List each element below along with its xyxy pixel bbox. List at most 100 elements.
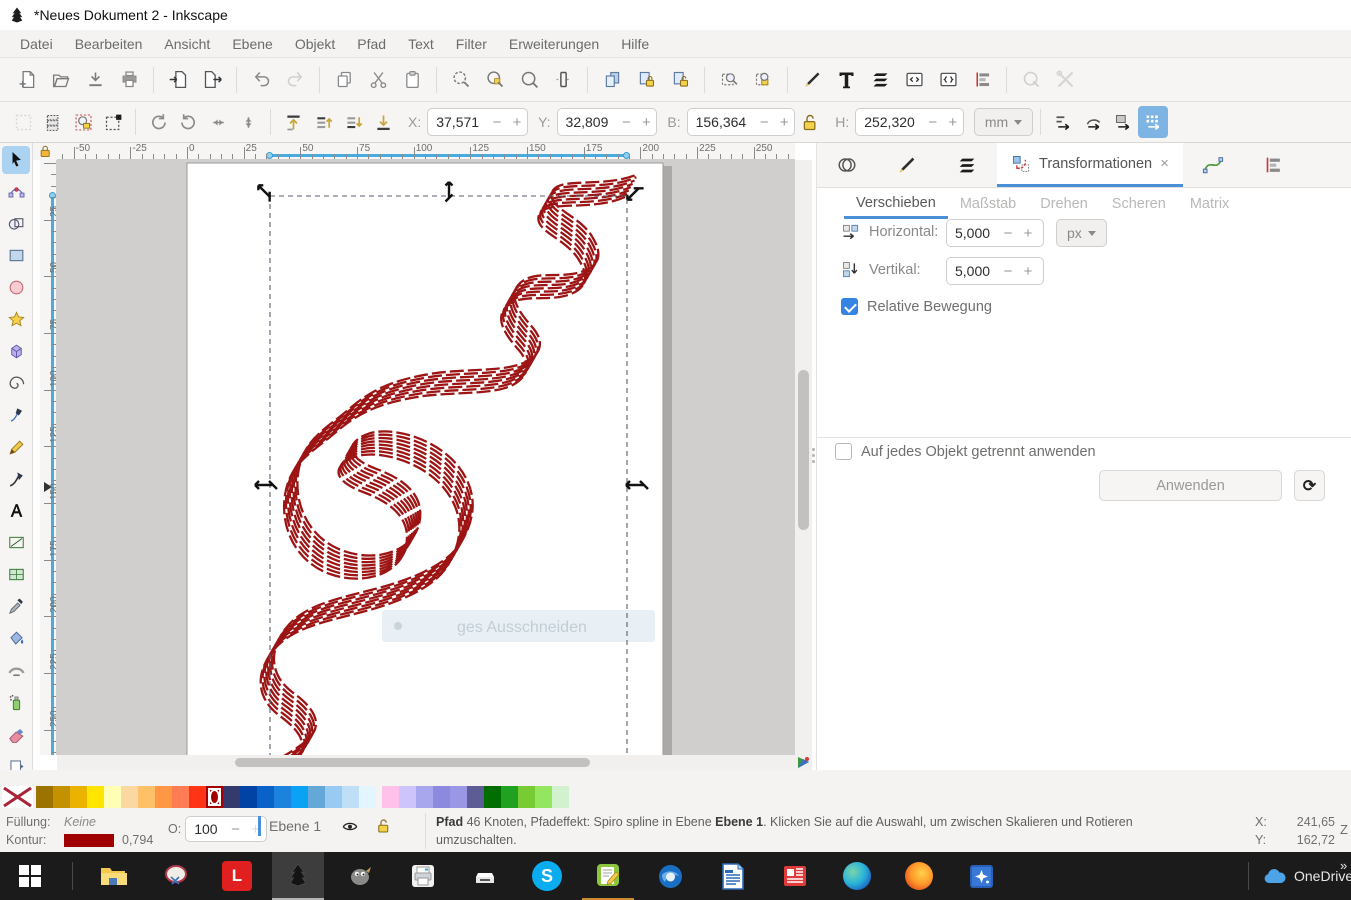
x-plus-button[interactable]: + bbox=[507, 114, 527, 131]
subtab-drehen[interactable]: Drehen bbox=[1028, 191, 1100, 217]
tool-text[interactable] bbox=[2, 497, 30, 525]
palette-swatch[interactable] bbox=[484, 786, 501, 808]
menu-objekt[interactable]: Objekt bbox=[285, 33, 345, 55]
tool-pen[interactable] bbox=[2, 401, 30, 429]
stroke-color-swatch[interactable] bbox=[64, 834, 114, 847]
vertikal-plus-button[interactable]: + bbox=[1018, 263, 1038, 280]
raise-to-top-button[interactable] bbox=[278, 106, 308, 138]
taskbar-skype[interactable]: S bbox=[521, 852, 573, 900]
y-field[interactable]: 32,809 − + bbox=[557, 108, 658, 136]
tool-ellipse[interactable] bbox=[2, 274, 30, 302]
tab-path-effects[interactable] bbox=[1183, 143, 1243, 187]
opacity-minus-button[interactable]: − bbox=[226, 821, 246, 838]
subtab-massstab[interactable]: Maßstab bbox=[948, 191, 1028, 217]
tab-transformationen[interactable]: Transformationen × bbox=[997, 143, 1183, 187]
palette-swatch[interactable] bbox=[450, 786, 467, 808]
palette-swatch[interactable] bbox=[138, 786, 155, 808]
width-field[interactable]: 156,364 − + bbox=[687, 108, 796, 136]
redo-button[interactable] bbox=[278, 64, 312, 96]
tool-paint-bucket[interactable] bbox=[2, 625, 30, 653]
subtab-scheren[interactable]: Scheren bbox=[1100, 191, 1178, 217]
apply-per-object-checkbox[interactable] bbox=[835, 443, 852, 460]
vertical-ruler[interactable]: 255075100125150175200225250 bbox=[40, 160, 57, 755]
open-button[interactable] bbox=[44, 64, 78, 96]
palette-swatch[interactable] bbox=[399, 786, 416, 808]
deselect-button[interactable] bbox=[98, 106, 128, 138]
menu-ebene[interactable]: Ebene bbox=[222, 33, 282, 55]
menu-text[interactable]: Text bbox=[398, 33, 444, 55]
vertikal-minus-button[interactable]: − bbox=[998, 263, 1018, 280]
taskbar-news-app[interactable] bbox=[769, 852, 821, 900]
layer-lock-icon[interactable] bbox=[375, 817, 393, 835]
palette-swatch[interactable] bbox=[189, 786, 206, 808]
taskbar-photos[interactable] bbox=[955, 852, 1007, 900]
subtab-verschieben[interactable]: Verschieben bbox=[844, 190, 948, 219]
save-button[interactable] bbox=[78, 64, 112, 96]
taskbar-inkscape[interactable] bbox=[272, 852, 324, 900]
fill-stroke-dialog-button[interactable] bbox=[795, 64, 829, 96]
taskbar-notepadpp[interactable] bbox=[582, 852, 634, 900]
palette-swatch[interactable] bbox=[518, 786, 535, 808]
menu-ansicht[interactable]: Ansicht bbox=[154, 33, 220, 55]
palette-swatch[interactable] bbox=[291, 786, 308, 808]
edit-find-button[interactable] bbox=[746, 64, 780, 96]
tool-gradient[interactable] bbox=[2, 529, 30, 557]
palette-swatch[interactable] bbox=[535, 786, 552, 808]
palette-swatch[interactable] bbox=[552, 786, 569, 808]
zoom-selection-button[interactable] bbox=[444, 64, 478, 96]
horizontal-scrollbar[interactable] bbox=[57, 755, 795, 770]
palette-swatch[interactable] bbox=[325, 786, 342, 808]
xml-editor-button[interactable] bbox=[897, 64, 931, 96]
tool-eraser[interactable] bbox=[2, 720, 30, 748]
align-distribute-button[interactable] bbox=[965, 64, 999, 96]
taskbar-leo-app[interactable]: L bbox=[211, 852, 263, 900]
tool-3d-box[interactable] bbox=[2, 337, 30, 365]
tab-align[interactable] bbox=[1243, 143, 1303, 187]
paste-button[interactable] bbox=[395, 64, 429, 96]
tool-dropper[interactable] bbox=[2, 593, 30, 621]
taskbar-edge[interactable] bbox=[831, 852, 883, 900]
horizontal-plus-button[interactable]: + bbox=[1018, 225, 1038, 242]
layer-visibility-icon[interactable] bbox=[341, 817, 359, 835]
palette-swatch[interactable] bbox=[87, 786, 104, 808]
height-field[interactable]: 252,320 − + bbox=[855, 108, 964, 136]
palette-swatch[interactable] bbox=[155, 786, 172, 808]
palette-swatch[interactable] bbox=[172, 786, 189, 808]
rotate-ccw-button[interactable] bbox=[143, 106, 173, 138]
canvas[interactable]: ges Ausschneiden bbox=[57, 160, 795, 755]
taskbar-file-explorer[interactable] bbox=[87, 852, 139, 900]
tool-shape-builder[interactable] bbox=[2, 210, 30, 238]
vertical-scrollbar-thumb[interactable] bbox=[798, 370, 809, 530]
tool-tweak[interactable] bbox=[2, 657, 30, 685]
lower-to-bottom-button[interactable] bbox=[368, 106, 398, 138]
zoom-page-button[interactable] bbox=[512, 64, 546, 96]
layers-dialog-button[interactable] bbox=[863, 64, 897, 96]
menu-bearbeiten[interactable]: Bearbeiten bbox=[65, 33, 153, 55]
menu-pfad[interactable]: Pfad bbox=[347, 33, 396, 55]
lower-button[interactable] bbox=[338, 106, 368, 138]
taskbar-thunderbird[interactable] bbox=[644, 852, 696, 900]
palette-swatch[interactable] bbox=[274, 786, 291, 808]
ruler-corner[interactable] bbox=[33, 143, 57, 160]
palette-swatch[interactable] bbox=[416, 786, 433, 808]
tab-close-icon[interactable]: × bbox=[1160, 155, 1169, 172]
tool-star[interactable] bbox=[2, 306, 30, 334]
flip-horizontal-button[interactable] bbox=[203, 106, 233, 138]
rotate-cw-button[interactable] bbox=[173, 106, 203, 138]
apply-button[interactable]: Anwenden bbox=[1099, 470, 1282, 501]
x-field[interactable]: 37,571 − + bbox=[427, 108, 528, 136]
horizontal-minus-button[interactable]: − bbox=[998, 225, 1018, 242]
palette-swatch[interactable] bbox=[70, 786, 87, 808]
tool-rectangle[interactable] bbox=[2, 242, 30, 270]
unlink-clone-button[interactable] bbox=[663, 64, 697, 96]
taskbar-snipping-tool[interactable] bbox=[150, 852, 202, 900]
affect-rotate-button[interactable] bbox=[1078, 106, 1108, 138]
affect-gradient-button[interactable] bbox=[1108, 106, 1138, 138]
color-managed-view-toggle[interactable] bbox=[795, 755, 812, 770]
fill-stroke-indicator[interactable]: Füllung: Keine Kontur: 0,794 bbox=[6, 814, 153, 848]
reset-button[interactable]: ⟳ bbox=[1294, 470, 1325, 501]
palette-swatch[interactable] bbox=[257, 786, 274, 808]
opacity-field[interactable]: 100 − + bbox=[185, 816, 266, 842]
palette-swatch[interactable] bbox=[359, 786, 376, 808]
affect-move-button[interactable] bbox=[1048, 106, 1078, 138]
